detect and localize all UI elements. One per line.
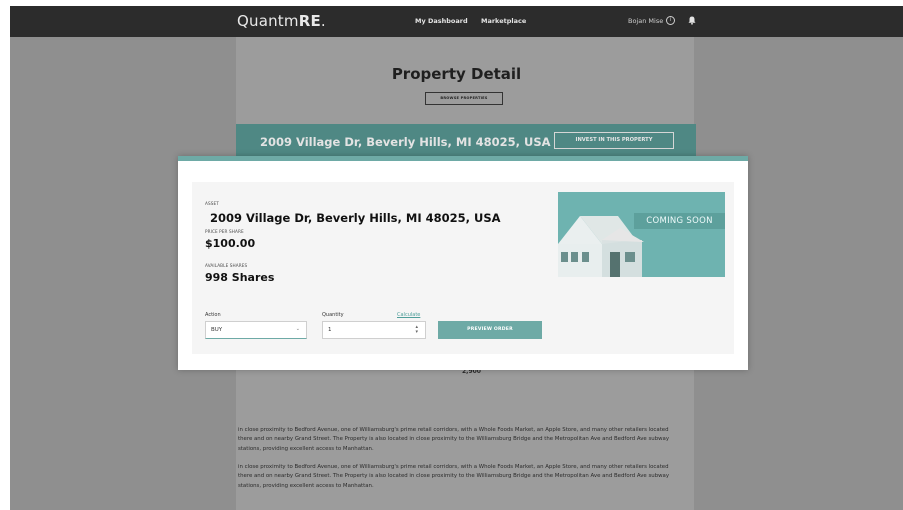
brand-prefix: Quantm xyxy=(237,12,299,30)
order-card: ASSET 2009 Village Dr, Beverly Hills, MI… xyxy=(192,182,734,354)
chevron-down-icon: ⌄ xyxy=(295,326,300,332)
quantity-value: 1 xyxy=(328,327,332,333)
quantity-label: Quantity xyxy=(322,312,344,318)
action-select-value: BUY xyxy=(211,327,223,333)
description-paragraph-2: in close proximity to Bedford Avenue, on… xyxy=(238,464,670,489)
brand-suffix: RE xyxy=(298,12,321,30)
calculate-link[interactable]: Calculate xyxy=(397,312,420,318)
shares-label: AVAILABLE SHARES xyxy=(205,263,248,268)
property-image: COMING SOON xyxy=(558,192,725,277)
nav-marketplace[interactable]: Marketplace xyxy=(481,17,526,25)
asset-value: 2009 Village Dr, Beverly Hills, MI 48025… xyxy=(210,211,501,225)
nav-my-dashboard[interactable]: My Dashboard xyxy=(415,17,468,25)
top-navbar: QuantmRE. My Dashboard Marketplace Bojan… xyxy=(10,6,903,37)
action-select[interactable]: BUY ⌄ xyxy=(205,321,307,339)
stepper-icon[interactable]: ▴ ▾ xyxy=(415,325,418,335)
shares-value: 998 Shares xyxy=(205,271,275,284)
asset-label: ASSET xyxy=(205,201,219,206)
price-label: PRICE PER SHARE xyxy=(205,229,244,234)
brand-dot: . xyxy=(320,12,326,30)
price-value: $100.00 xyxy=(205,237,256,250)
quantity-input[interactable]: 1 ▴ ▾ xyxy=(322,321,426,339)
action-label: Action xyxy=(205,312,221,318)
invest-button[interactable]: INVEST IN THIS PROPERTY xyxy=(554,132,674,149)
bell-icon[interactable] xyxy=(688,16,696,25)
brand-logo[interactable]: QuantmRE. xyxy=(237,12,326,30)
description-paragraph-1: in close proximity to Bedford Avenue, on… xyxy=(238,427,670,452)
user-circle-icon[interactable]: i xyxy=(666,16,675,25)
preview-order-button[interactable]: PREVIEW ORDER xyxy=(438,321,542,339)
user-name[interactable]: Bojan Mise xyxy=(628,17,663,25)
page-title: Property Detail xyxy=(391,65,522,83)
browse-properties-button[interactable]: BROWSE PROPERTIES xyxy=(425,92,503,105)
coming-soon-badge: COMING SOON xyxy=(634,213,725,229)
banner-address: 2009 Village Dr, Beverly Hills, MI 48025… xyxy=(260,135,551,149)
order-modal: ASSET 2009 Village Dr, Beverly Hills, MI… xyxy=(178,156,748,370)
